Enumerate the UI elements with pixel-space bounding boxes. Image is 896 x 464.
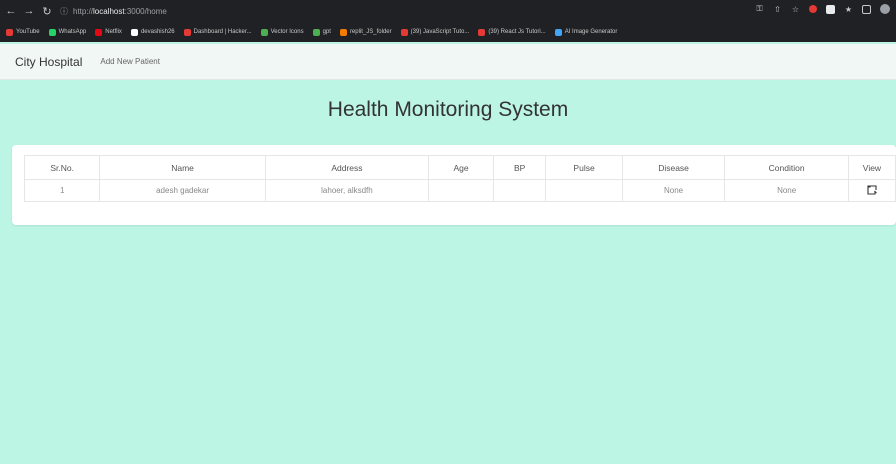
bookmark-label: replit_JS_folder bbox=[349, 29, 392, 35]
forward-icon[interactable]: → bbox=[22, 5, 36, 17]
bookmark-label: devashish26 bbox=[140, 29, 175, 35]
bookmark-label: YouTube bbox=[16, 29, 40, 35]
bookmark-favicon-icon bbox=[183, 28, 191, 36]
extension-icons: ⚿ ⇧ ☆ ★ bbox=[755, 4, 890, 14]
external-view-icon[interactable] bbox=[866, 184, 878, 196]
cell-name: adesh gadekar bbox=[99, 179, 266, 202]
col-header-name: Name bbox=[99, 155, 266, 180]
cell-bp bbox=[492, 179, 547, 202]
info-icon[interactable]: ⓘ bbox=[60, 6, 68, 17]
bookmark-favicon-icon bbox=[95, 28, 103, 36]
bookmark-favicon-icon bbox=[48, 28, 56, 36]
key-icon[interactable]: ⚿ bbox=[755, 4, 764, 14]
bookmark-item[interactable]: AI Image Generator bbox=[554, 28, 618, 36]
table-header-row: Sr.No. Name Address Age BP Pulse Disease… bbox=[23, 155, 896, 180]
browser-toolbar: ← → ↻ ⓘ http://localhost:3000/home ⚿ ⇧ ☆… bbox=[0, 0, 896, 22]
cell-srno: 1 bbox=[23, 179, 101, 202]
profile-avatar-icon[interactable] bbox=[880, 4, 890, 14]
bookmark-favicon-icon bbox=[260, 28, 268, 36]
star-icon[interactable]: ☆ bbox=[791, 5, 800, 14]
cell-disease: None bbox=[621, 179, 726, 202]
table-row: 1 adesh gadekar lahoer, alksdfh None Non… bbox=[23, 179, 896, 202]
url-path: :3000/home bbox=[124, 7, 167, 16]
patients-table-card: Sr.No. Name Address Age BP Pulse Disease… bbox=[12, 145, 896, 225]
bookmarks-bar: YouTube WhatsApp Netflix devashish26 Dashboa… bbox=[0, 24, 896, 40]
bookmark-label: Dashboard | Hacker... bbox=[193, 29, 252, 35]
bookmark-favicon-icon bbox=[130, 28, 138, 36]
patients-table: Sr.No. Name Address Age BP Pulse Disease… bbox=[23, 155, 896, 202]
brand-link[interactable]: City Hospital bbox=[15, 55, 82, 69]
col-header-view: View bbox=[847, 155, 896, 180]
bookmark-item[interactable]: devashish26 bbox=[130, 28, 175, 36]
bookmark-label: WhatsApp bbox=[58, 29, 87, 35]
app-navbar: City Hospital Add New Patient bbox=[0, 44, 896, 80]
col-header-condition: Condition bbox=[724, 155, 849, 180]
bookmark-item[interactable]: (39) JavaScript Tuto... bbox=[400, 28, 470, 36]
page-title: Health Monitoring System bbox=[327, 98, 569, 121]
address-bar[interactable]: ⓘ http://localhost:3000/home bbox=[60, 4, 820, 19]
bookmark-item[interactable]: replit_JS_folder bbox=[339, 28, 392, 36]
col-header-bp: BP bbox=[492, 155, 547, 180]
reload-icon[interactable]: ↻ bbox=[40, 5, 54, 18]
bookmark-item[interactable]: Netflix bbox=[95, 28, 122, 36]
sidepanel-icon[interactable] bbox=[862, 4, 871, 14]
view-icon-svg bbox=[867, 184, 877, 195]
bookmark-favicon-icon bbox=[400, 28, 408, 36]
col-header-address: Address bbox=[264, 155, 430, 180]
back-icon[interactable]: ← bbox=[4, 5, 18, 17]
col-header-pulse: Pulse bbox=[545, 155, 623, 180]
bookmark-label: gpt bbox=[322, 29, 331, 35]
col-header-srno: Sr.No. bbox=[23, 155, 101, 180]
bookmark-item[interactable]: WhatsApp bbox=[48, 28, 87, 36]
bookmark-favicon-icon bbox=[554, 28, 562, 36]
add-new-patient-link[interactable]: Add New Patient bbox=[100, 57, 160, 66]
bookmark-item[interactable]: gpt bbox=[312, 28, 331, 36]
cell-address: lahoer, alksdfh bbox=[264, 179, 430, 202]
bookmark-favicon-icon bbox=[478, 28, 486, 36]
bookmark-label: Netflix bbox=[105, 29, 122, 35]
bookmark-label: (39) React Js Tutori... bbox=[488, 29, 546, 35]
col-header-age: Age bbox=[428, 155, 494, 180]
bookmark-item[interactable]: Vector Icons bbox=[260, 28, 304, 36]
cell-age bbox=[428, 179, 494, 202]
url-host: localhost bbox=[93, 7, 125, 16]
bookmark-item[interactable]: (39) React Js Tutori... bbox=[478, 28, 546, 36]
bookmark-item[interactable]: YouTube bbox=[6, 28, 40, 36]
bookmark-label: Vector Icons bbox=[270, 29, 304, 35]
col-header-disease: Disease bbox=[621, 155, 726, 180]
cell-view bbox=[847, 179, 896, 202]
bookmark-item[interactable]: Dashboard | Hacker... bbox=[183, 28, 252, 36]
extension-red-icon[interactable] bbox=[809, 5, 817, 13]
browser-chrome: ← → ↻ ⓘ http://localhost:3000/home ⚿ ⇧ ☆… bbox=[0, 0, 896, 42]
bookmark-label: (39) JavaScript Tuto... bbox=[410, 29, 470, 35]
url-prefix: http:// bbox=[73, 7, 94, 16]
puzzle-icon[interactable]: ★ bbox=[844, 5, 853, 14]
bookmark-favicon-icon bbox=[339, 28, 347, 36]
cell-condition: None bbox=[724, 179, 849, 202]
bookmark-label: AI Image Generator bbox=[564, 29, 618, 35]
cell-pulse bbox=[545, 179, 623, 202]
extension-box-icon[interactable] bbox=[826, 4, 835, 14]
bookmark-favicon-icon bbox=[312, 28, 320, 36]
bookmark-favicon-icon bbox=[6, 28, 13, 36]
share-icon[interactable]: ⇧ bbox=[773, 5, 782, 14]
